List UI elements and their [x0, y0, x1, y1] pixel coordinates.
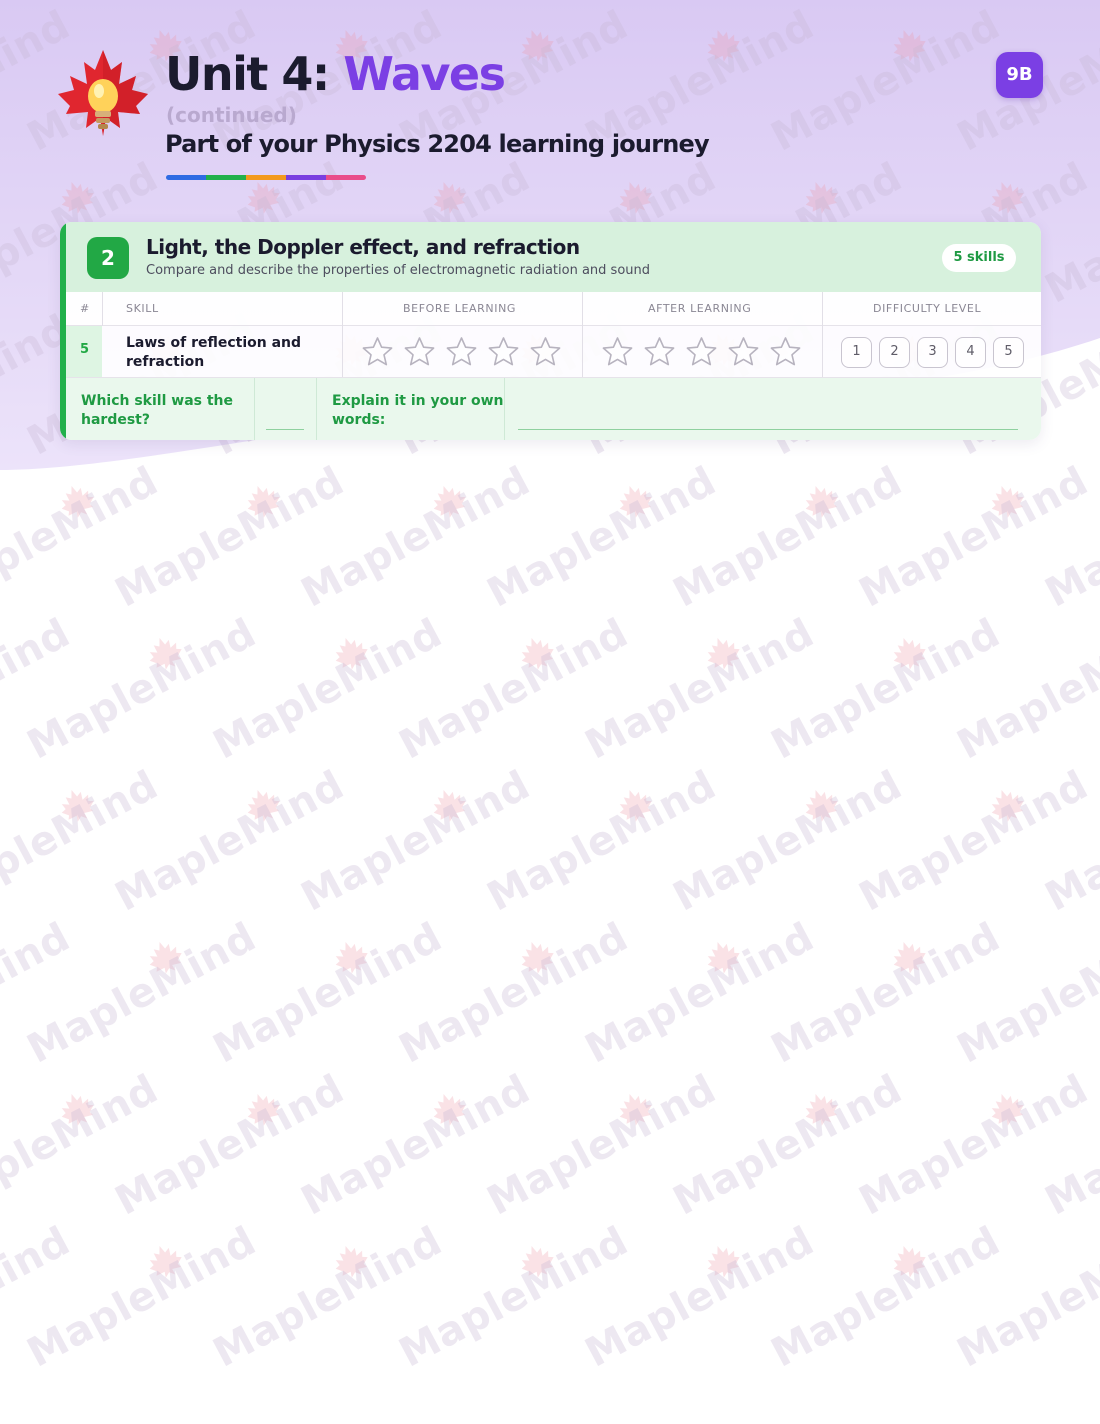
star-icon[interactable]: [642, 335, 677, 370]
skill-name: Laws of reflection and refraction: [126, 335, 302, 370]
row-number-cell: 5: [66, 326, 102, 377]
after-learning-rating: [600, 335, 803, 370]
star-icon[interactable]: [726, 335, 761, 370]
hardest-skill-label: Which skill was the hardest?: [81, 393, 234, 428]
unit-title: Unit 4: Waves: [165, 46, 506, 102]
hardest-skill-answer-line[interactable]: [266, 429, 304, 430]
before-learning-rating: [360, 335, 563, 370]
grade-badge: 9B: [996, 52, 1043, 98]
star-icon[interactable]: [600, 335, 635, 370]
col-divider: [316, 378, 317, 440]
star-icon[interactable]: [528, 335, 563, 370]
difficulty-level-options: 1 2 3 4 5: [841, 337, 1024, 368]
col-divider: [102, 292, 103, 326]
col-divider: [582, 292, 583, 326]
section-title: Light, the Doppler effect, and refractio…: [146, 235, 580, 259]
difficulty-option-4[interactable]: 4: [955, 337, 986, 368]
col-header-after: After learning: [648, 302, 752, 315]
col-divider: [822, 292, 823, 326]
col-divider: [342, 326, 343, 377]
journey-subtitle: Part of your Physics 2204 learning journ…: [165, 130, 710, 158]
reflection-row: Which skill was the hardest? Explain it …: [66, 378, 1041, 440]
table-row: 5 Laws of reflection and refraction 1 2 …: [66, 326, 1041, 378]
difficulty-option-5[interactable]: 5: [993, 337, 1024, 368]
col-divider: [582, 326, 583, 377]
row-number: 5: [80, 342, 90, 357]
section-number: 2: [87, 237, 129, 279]
difficulty-option-3[interactable]: 3: [917, 337, 948, 368]
maple-leaf-lightbulb-logo: [58, 50, 148, 136]
star-icon[interactable]: [486, 335, 521, 370]
rainbow-divider: [166, 175, 366, 180]
col-divider: [254, 378, 255, 440]
difficulty-option-2[interactable]: 2: [879, 337, 910, 368]
explanation-answer-line[interactable]: [518, 429, 1018, 430]
col-divider: [342, 292, 343, 326]
section-header: 2 Light, the Doppler effect, and refract…: [60, 222, 1041, 292]
col-header-difficulty: Difficulty level: [873, 302, 982, 315]
section-card: 2 Light, the Doppler effect, and refract…: [60, 222, 1041, 440]
star-icon[interactable]: [402, 335, 437, 370]
star-icon[interactable]: [360, 335, 395, 370]
continued-label: (continued): [166, 103, 297, 127]
difficulty-option-1[interactable]: 1: [841, 337, 872, 368]
col-header-skill: Skill: [126, 302, 159, 315]
star-icon[interactable]: [684, 335, 719, 370]
star-icon[interactable]: [768, 335, 803, 370]
star-icon[interactable]: [444, 335, 479, 370]
explain-label: Explain it in your own words:: [332, 393, 504, 428]
unit-name: Waves: [343, 47, 506, 101]
col-header-number: #: [80, 302, 90, 315]
col-divider: [504, 378, 505, 440]
col-divider: [822, 326, 823, 377]
col-header-before: Before learning: [403, 302, 517, 315]
skills-count-badge: 5 skills: [942, 244, 1016, 272]
table-header: # Skill Before learning After learning D…: [66, 292, 1041, 326]
unit-prefix: Unit 4:: [165, 47, 330, 101]
section-subtitle: Compare and describe the properties of e…: [146, 263, 650, 278]
